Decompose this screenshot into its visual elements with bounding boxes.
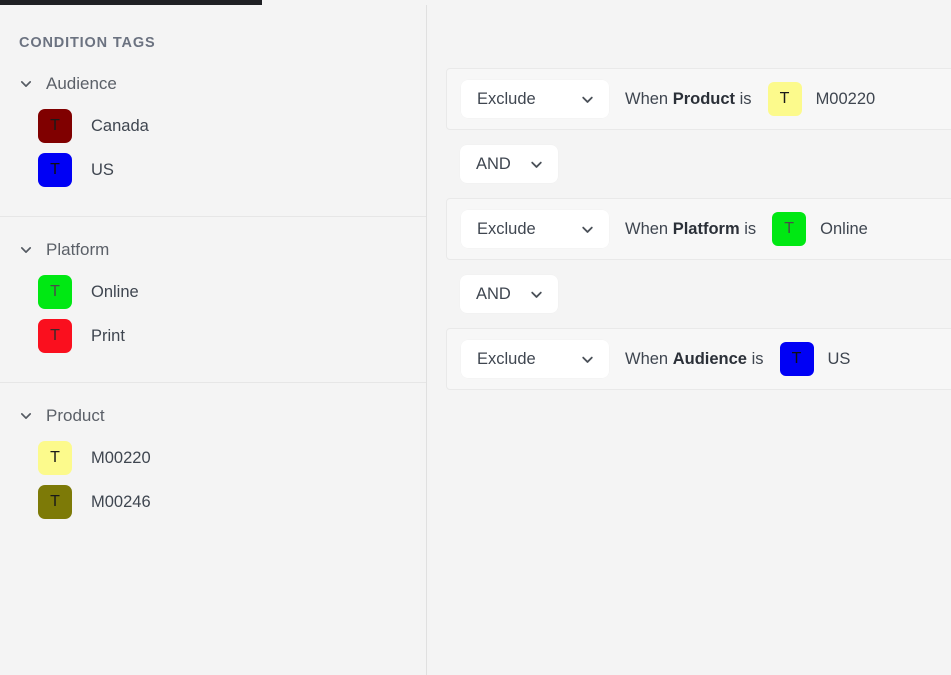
group-label: Platform	[46, 240, 110, 259]
tag-list: T Online T Print	[0, 266, 426, 382]
condition-tags-sidebar: CONDITION TAGS Audience T Canada T US Platfor…	[0, 5, 427, 675]
chevron-down-icon[interactable]	[529, 287, 544, 302]
group-label: Product	[46, 406, 105, 425]
condition-prefix: When	[625, 219, 669, 238]
condition-prefix: When	[625, 349, 669, 368]
tag-group-platform: Platform T Online T Print	[0, 217, 426, 383]
condition-suffix: is	[744, 219, 757, 238]
condition-row: Exclude When Product is T M00220	[446, 68, 951, 130]
tag-group-product: Product T M00220 T M00246	[0, 383, 426, 548]
operator-select-value: AND	[476, 154, 511, 173]
group-header-platform[interactable]: Platform	[0, 217, 426, 266]
tag-label: Canada	[91, 116, 149, 135]
tag-item[interactable]: T M00246	[0, 480, 426, 524]
tag-color-chip: T	[38, 109, 72, 143]
group-label: Audience	[46, 74, 117, 93]
tag-item[interactable]: T Canada	[0, 104, 426, 148]
sidebar-title: CONDITION TAGS	[19, 35, 156, 51]
chevron-down-icon[interactable]	[580, 222, 595, 237]
condition-action-value: Exclude	[477, 89, 536, 108]
tag-item[interactable]: T Print	[0, 314, 426, 358]
condition-tag[interactable]: T Online	[772, 212, 868, 246]
condition-rows-list: Exclude When Product is T M00220 AND Exclude W…	[427, 68, 951, 390]
group-header-audience[interactable]: Audience	[0, 51, 426, 100]
condition-action-value: Exclude	[477, 219, 536, 238]
tag-label: M00220	[91, 448, 151, 467]
tag-item[interactable]: T Online	[0, 270, 426, 314]
condition-suffix: is	[739, 89, 752, 108]
condition-row: Exclude When Audience is T US	[446, 328, 951, 390]
tag-color-chip: T	[779, 342, 814, 376]
tag-color-chip: T	[38, 485, 72, 519]
operator-select[interactable]: AND	[460, 145, 558, 183]
sidebar-group-list: Audience T Canada T US Platform T Online T Print P…	[0, 51, 426, 548]
tag-label: Print	[91, 326, 125, 345]
tag-label: M00220	[815, 89, 876, 108]
condition-field: Product	[672, 89, 736, 108]
tag-label: Online	[91, 282, 139, 301]
main-layout: CONDITION TAGS Audience T Canada T US Platfor…	[0, 5, 951, 675]
condition-tag[interactable]: T M00220	[767, 82, 876, 116]
chevron-down-icon[interactable]	[529, 157, 544, 172]
condition-tag[interactable]: T US	[779, 342, 851, 376]
tag-item[interactable]: T US	[0, 148, 426, 192]
chevron-down-icon[interactable]	[19, 409, 33, 423]
operator-select-value: AND	[476, 284, 511, 303]
chevron-down-icon[interactable]	[19, 77, 33, 91]
chevron-down-icon[interactable]	[580, 352, 595, 367]
tag-label: US	[827, 349, 851, 368]
condition-row: Exclude When Platform is T Online	[446, 198, 951, 260]
tag-label: Online	[820, 219, 868, 238]
chevron-down-icon[interactable]	[19, 243, 33, 257]
condition-description: When Audience is	[625, 350, 764, 369]
condition-tags-screen: CONDITION TAGS Audience T Canada T US Platfor…	[0, 0, 951, 675]
tag-color-chip: T	[767, 82, 802, 116]
condition-action-select[interactable]: Exclude	[461, 210, 609, 248]
tag-color-chip: T	[38, 275, 72, 309]
condition-suffix: is	[751, 349, 764, 368]
condition-description: When Platform is	[625, 220, 756, 239]
condition-field: Platform	[672, 219, 740, 238]
condition-action-value: Exclude	[477, 349, 536, 368]
tag-list: T Canada T US	[0, 100, 426, 216]
chevron-down-icon[interactable]	[580, 92, 595, 107]
condition-description: When Product is	[625, 90, 752, 109]
condition-action-select[interactable]: Exclude	[461, 80, 609, 118]
condition-action-select[interactable]: Exclude	[461, 340, 609, 378]
operator-row: AND	[446, 260, 951, 328]
group-header-product[interactable]: Product	[0, 383, 426, 432]
operator-row: AND	[446, 130, 951, 198]
tag-list: T M00220 T M00246	[0, 432, 426, 548]
tag-label: US	[91, 160, 114, 179]
condition-prefix: When	[625, 89, 669, 108]
tag-color-chip: T	[38, 319, 72, 353]
tag-color-chip: T	[772, 212, 807, 246]
conditions-panel: Exclude When Product is T M00220 AND Exclude W…	[427, 5, 951, 675]
operator-select[interactable]: AND	[460, 275, 558, 313]
tag-label: M00246	[91, 492, 151, 511]
tag-item[interactable]: T M00220	[0, 436, 426, 480]
tag-group-audience: Audience T Canada T US	[0, 51, 426, 217]
tag-color-chip: T	[38, 441, 72, 475]
condition-field: Audience	[672, 349, 747, 368]
tag-color-chip: T	[38, 153, 72, 187]
